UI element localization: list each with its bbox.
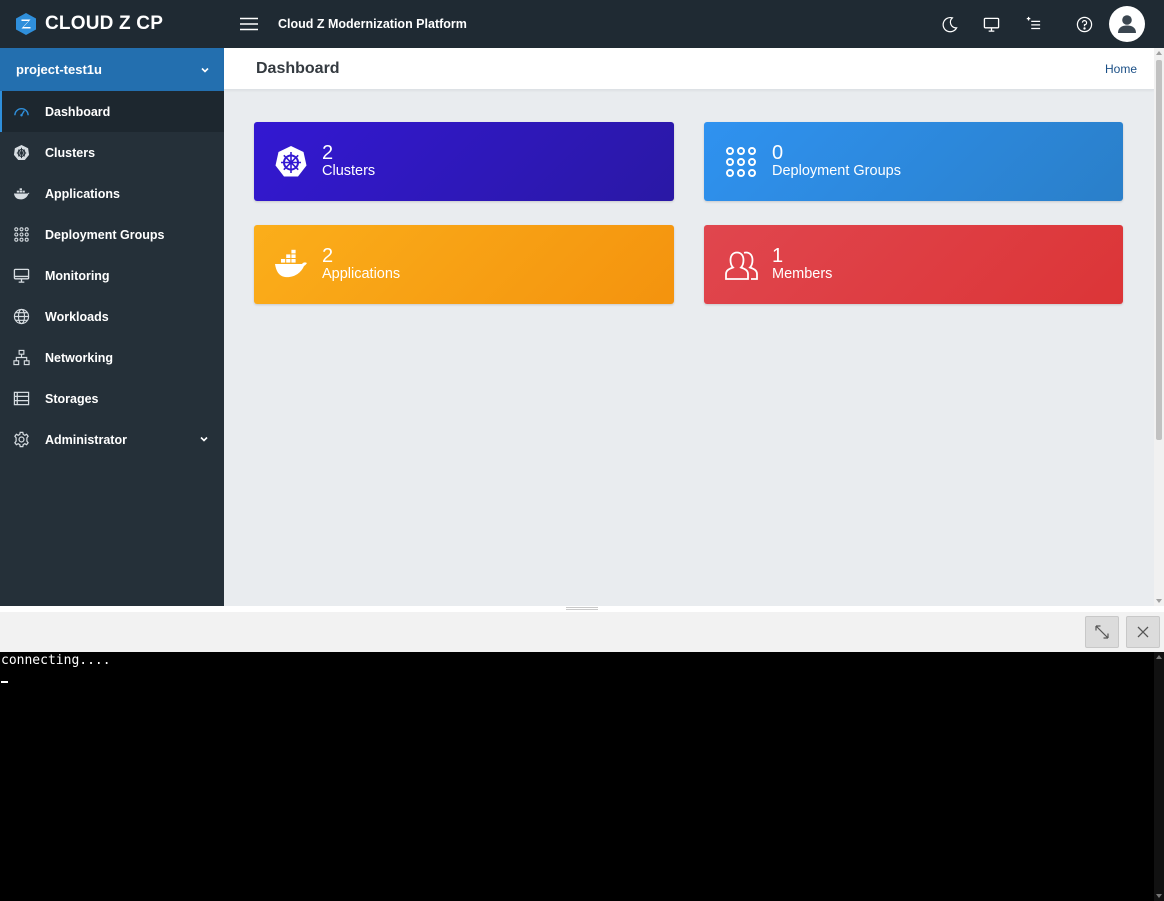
sidebar-item-clusters[interactable]: Clusters (0, 132, 224, 173)
applications-card[interactable]: 2 Applications (254, 225, 674, 304)
users-icon (724, 248, 758, 282)
scroll-down-arrow[interactable] (1156, 894, 1162, 898)
sidebar-item-label: Workloads (45, 309, 109, 324)
scroll-thumb[interactable] (1156, 60, 1162, 440)
scroll-up-arrow[interactable] (1156, 655, 1162, 659)
terminal-scrollbar[interactable] (1154, 652, 1164, 901)
docker-icon (12, 185, 30, 203)
clusters-label: Clusters (322, 163, 376, 179)
network-icon (12, 349, 30, 367)
sidebar-item-applications[interactable]: Applications (0, 173, 224, 214)
brand[interactable]: CLOUD Z CP (0, 0, 224, 48)
sidebar-item-label: Applications (45, 186, 121, 201)
globe-icon (12, 308, 30, 326)
content-scrollbar[interactable] (1154, 48, 1164, 606)
sidebar-item-administrator[interactable]: Administrator (0, 419, 224, 460)
deployment-groups-card[interactable]: 0 Deployment Groups (704, 122, 1123, 201)
user-avatar-icon[interactable] (1109, 6, 1145, 42)
sidebar-item-workloads[interactable]: Workloads (0, 296, 224, 337)
terminal-output: connecting.... (1, 653, 111, 668)
members-card[interactable]: 1 Members (704, 225, 1123, 304)
clusters-card[interactable]: 2 Clusters (254, 122, 674, 201)
sidebar-item-deployment-groups[interactable]: Deployment Groups (0, 214, 224, 255)
chevron-down-icon (201, 67, 209, 73)
list-add-icon[interactable] (1024, 15, 1042, 33)
scroll-down-arrow[interactable] (1156, 599, 1162, 603)
applications-label: Applications (322, 266, 401, 282)
project-name: project-test1u (16, 62, 102, 77)
sidebar-item-networking[interactable]: Networking (0, 337, 224, 378)
expand-icon (1095, 625, 1109, 639)
help-icon[interactable] (1075, 15, 1093, 33)
header-actions (940, 0, 1164, 48)
sidebar-item-label: Clusters (45, 145, 96, 160)
project-selector[interactable]: project-test1u (0, 48, 224, 91)
cloud-z-logo-icon (16, 13, 36, 35)
dots-grid-icon (724, 145, 758, 179)
applications-count: 2 (322, 245, 334, 267)
sidebar-item-label: Monitoring (45, 268, 110, 283)
dots-grid-icon (12, 226, 30, 244)
moon-icon[interactable] (940, 15, 958, 33)
hamburger-menu-icon[interactable] (240, 17, 258, 31)
platform-title: Cloud Z Modernization Platform (278, 17, 467, 31)
terminal-console[interactable]: connecting.... (0, 652, 1164, 901)
deployment-groups-label: Deployment Groups (772, 163, 901, 179)
members-count: 1 (772, 245, 784, 267)
sidebar: CLOUD Z CP project-test1u Dashboard Clus… (0, 0, 224, 606)
gauge-icon (12, 103, 30, 121)
content-header: Dashboard Home (224, 48, 1154, 90)
scroll-up-arrow[interactable] (1156, 51, 1162, 55)
brand-name: CLOUD Z CP (45, 13, 164, 34)
kubernetes-icon (274, 145, 308, 179)
terminal-toolbar (0, 612, 1164, 652)
clusters-count: 2 (322, 142, 334, 164)
storage-icon (12, 390, 30, 408)
gear-icon (12, 431, 30, 449)
sidebar-item-label: Networking (45, 350, 114, 365)
sidebar-item-label: Storages (45, 391, 99, 406)
docker-icon (274, 248, 308, 282)
sidebar-item-label: Dashboard (45, 104, 111, 119)
monitor-icon[interactable] (982, 15, 1000, 33)
monitor-icon (12, 267, 30, 285)
top-header: Cloud Z Modernization Platform (224, 0, 1164, 48)
kubernetes-icon (12, 144, 30, 162)
chevron-down-icon (200, 436, 208, 442)
sidebar-item-label: Deployment Groups (45, 227, 165, 242)
sidebar-item-dashboard[interactable]: Dashboard (0, 91, 224, 132)
close-icon (1137, 626, 1149, 638)
sidebar-item-monitoring[interactable]: Monitoring (0, 255, 224, 296)
resize-grip-icon (566, 607, 598, 610)
sidebar-item-label: Administrator (45, 432, 127, 447)
close-button[interactable] (1126, 616, 1160, 648)
expand-button[interactable] (1085, 616, 1119, 648)
members-label: Members (772, 266, 833, 282)
sidebar-item-storages[interactable]: Storages (0, 378, 224, 419)
terminal-cursor (1, 681, 8, 683)
breadcrumb-home[interactable]: Home (1105, 62, 1137, 76)
deployment-groups-count: 0 (772, 142, 784, 164)
page-title: Dashboard (256, 60, 340, 77)
